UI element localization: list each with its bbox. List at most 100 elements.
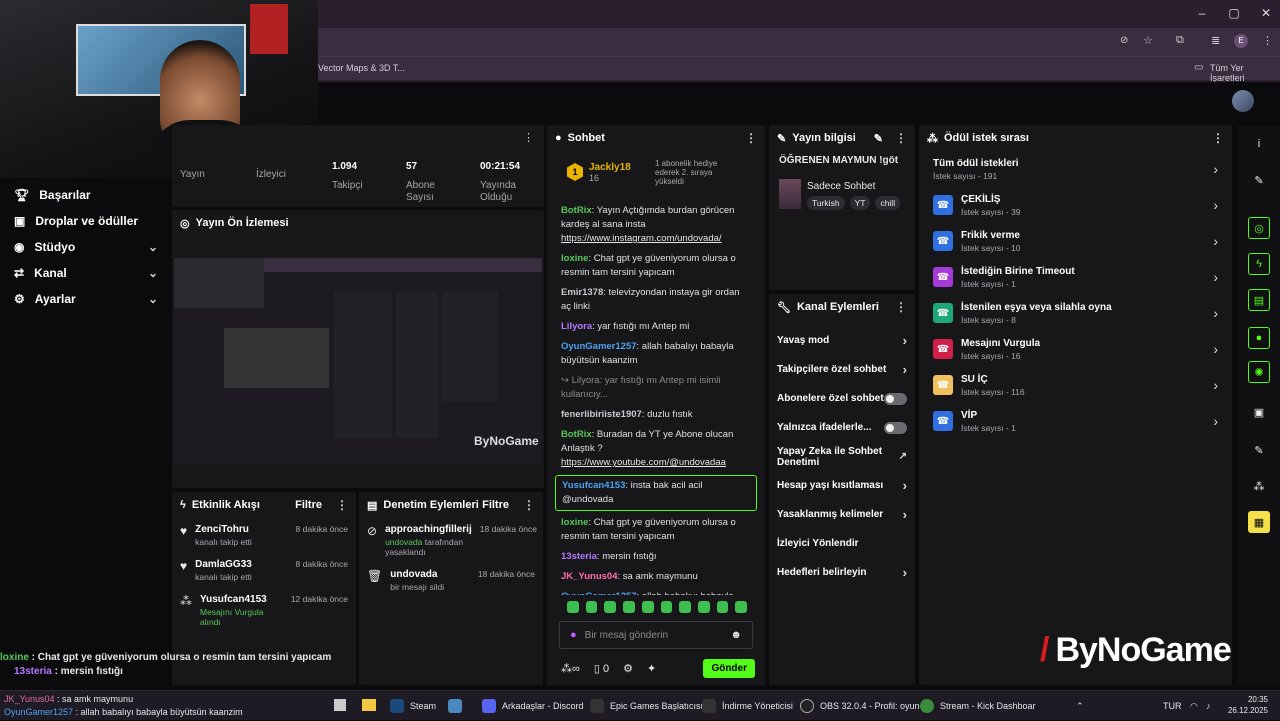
chat-username[interactable]: loxine [561, 253, 588, 264]
channel-action-row[interactable]: Yapay Zeka ile Sohbet Denetimi ↗ [769, 442, 915, 471]
edit-icon[interactable]: ✎ [874, 132, 883, 145]
user-avatar[interactable] [1232, 90, 1254, 112]
toggle-switch[interactable] [884, 421, 907, 434]
emote-icon[interactable] [679, 601, 691, 613]
bookmark-item[interactable]: Vector Maps & 3D T... [318, 63, 405, 73]
explorer-icon[interactable] [362, 699, 376, 711]
emote-icon[interactable] [585, 601, 598, 613]
points-counter[interactable]: ▯ 0 [594, 662, 609, 675]
emote-icon[interactable] [697, 601, 710, 613]
chat-username[interactable]: OyunGamer1257 [561, 341, 637, 352]
reward-row[interactable]: ☎ İstediğin Birine Timeout İstek sayısı - … [919, 259, 1232, 295]
openai-icon[interactable]: ✺ [1248, 361, 1270, 383]
channel-action-row[interactable]: Hedefleri belirleyin › [769, 558, 915, 587]
sidebar-item-studio[interactable]: ◉ Stüdyo ⌄ [0, 234, 170, 260]
more-icon[interactable]: ⋮ [745, 131, 757, 145]
more-icon[interactable]: ⋮ [523, 498, 535, 512]
channel-action-row[interactable]: Takipçilere özel sohbet › [769, 355, 915, 384]
chat-username[interactable]: Lilyora [561, 321, 592, 332]
document-icon[interactable]: ▤ [1248, 289, 1270, 311]
emote-icon[interactable] [735, 601, 748, 613]
star-icon[interactable]: ☆ [1143, 34, 1153, 47]
chat-username[interactable]: JK_Yunus04 [561, 571, 618, 582]
channel-action-row[interactable]: Abonelere özel sohbet [769, 384, 915, 413]
moderator-name[interactable]: undovada [385, 537, 422, 547]
chat-username[interactable]: fenerlibiriiste1907 [561, 409, 642, 420]
category-name[interactable]: Sadece Sohbet [807, 181, 875, 192]
taskbar-epic[interactable]: Epic Games Başlatıcısı [590, 691, 703, 721]
taskbar-discord[interactable]: Arkadaşlar - Discord [482, 691, 584, 721]
feed-user[interactable]: DamlaGG33 [195, 559, 252, 570]
reward-row[interactable]: ☎ VİP İstek sayısı - 1 › [919, 403, 1232, 439]
maximize-icon[interactable]: ▢ [1224, 6, 1244, 22]
chat-username[interactable]: Yusufcan4153 [562, 480, 625, 491]
taskview-icon[interactable] [334, 699, 346, 711]
emoji-icon[interactable]: ☻ [730, 629, 742, 641]
chat-username[interactable]: loxine [561, 517, 588, 528]
toggle-switch[interactable] [884, 392, 907, 405]
bolt-icon[interactable]: ϟ [1248, 253, 1270, 275]
more-icon[interactable]: ⋮ [895, 131, 907, 145]
reward-row[interactable]: ☎ SU İÇ İstek sayısı - 116 › [919, 367, 1232, 403]
emote-icon[interactable] [623, 601, 635, 613]
tag-chip[interactable]: Turkish [807, 196, 845, 210]
badge-icon[interactable]: ✦ [647, 662, 656, 675]
pencil-icon[interactable]: ✎ [1248, 169, 1270, 191]
chat-username[interactable]: Emir1378 [561, 287, 603, 298]
chat-link[interactable]: https://www.instagram.com/undovada/ [561, 233, 722, 244]
taskbar-chrome[interactable]: Stream - Kick Dashboar [920, 691, 1036, 721]
emote-icon[interactable] [660, 601, 673, 613]
filter-button[interactable]: Filtre [295, 499, 322, 511]
all-rewards-row[interactable]: Tüm ödül istekleri İstek sayısı - 191 › [919, 151, 1232, 187]
nodes-icon[interactable]: ⁂ [1248, 475, 1270, 497]
category-thumbnail[interactable] [779, 179, 801, 209]
sidebar-item-settings[interactable]: ⚙︎ Ayarlar ⌄ [0, 286, 170, 312]
chat-input[interactable]: ● Bir mesaj gönderin ☻ [559, 621, 753, 649]
feed-user[interactable]: Yusufcan4153 [200, 594, 283, 605]
sidebar-item-channel[interactable]: ⇄ Kanal ⌄ [0, 260, 170, 286]
emote-icon[interactable] [567, 601, 579, 613]
close-icon[interactable]: ✕ [1256, 6, 1276, 22]
pinned-user[interactable]: Jackly18 [589, 162, 649, 173]
chat-username[interactable]: BotRix [561, 205, 592, 216]
tag-chip[interactable]: YT [849, 196, 871, 210]
wrench-icon[interactable]: ✎ [1248, 439, 1270, 461]
channel-action-row[interactable]: Hesap yaşı kısıtlaması › [769, 471, 915, 500]
channel-action-row[interactable]: Yavaş mod › [769, 326, 915, 355]
eye-off-icon[interactable]: ⊘ [1120, 35, 1132, 47]
emote-icon[interactable] [604, 601, 617, 613]
emote-icon[interactable] [716, 601, 729, 613]
target-icon[interactable]: ◎ [1248, 217, 1270, 239]
taskbar-obs[interactable]: OBS 32.0.4 - Profil: oyun [800, 691, 920, 721]
profile-avatar[interactable]: E [1234, 34, 1248, 48]
info-icon[interactable]: i [1248, 133, 1270, 155]
channel-action-row[interactable]: İzleyici Yönlendir [769, 529, 915, 558]
chat-icon[interactable]: ● [1248, 327, 1270, 349]
clapper-icon[interactable]: ▦ [1248, 511, 1270, 533]
taskbar-steam[interactable]: Steam [390, 691, 436, 721]
sidebar-item-achievements[interactable]: 🏆︎ Başarılar [0, 182, 170, 208]
reward-row[interactable]: ☎ İstenilen eşya veya silahla oyna İstek s… [919, 295, 1232, 331]
nodes-icon[interactable]: ⁂∞ [561, 662, 580, 675]
more-icon[interactable]: ⋮ [336, 498, 348, 512]
taskbar-downloads[interactable]: İndirme Yöneticisi [702, 691, 793, 721]
volume-icon[interactable]: ♪ [1206, 691, 1211, 721]
feed-user[interactable]: approachingfillerij [385, 524, 472, 535]
all-bookmarks[interactable]: Tüm Yer İşaretleri [1210, 63, 1280, 83]
feed-user[interactable]: undovada [390, 569, 444, 580]
tag-chip[interactable]: chill [875, 196, 901, 210]
more-icon[interactable]: ⋮ [1212, 131, 1224, 145]
filter-button[interactable]: Filtre [482, 499, 509, 511]
taskbar-app[interactable] [448, 691, 462, 721]
language-indicator[interactable]: TUR [1163, 691, 1182, 721]
wifi-icon[interactable]: ◠ [1190, 691, 1198, 721]
reward-row[interactable]: ☎ Mesajını Vurgula İstek sayısı - 16 › [919, 331, 1232, 367]
reading-list-icon[interactable]: ≣ [1211, 34, 1220, 47]
chat-link[interactable]: https://www.youtube.com/@undovadaa [561, 457, 726, 468]
clock[interactable]: 20:35 26.12.2025 [1222, 694, 1268, 716]
mic-icon[interactable]: ● [570, 629, 577, 641]
feed-user[interactable]: ZenciTohru [195, 524, 252, 535]
chat-username[interactable]: BotRix [561, 429, 592, 440]
chat-username[interactable]: 13steria [561, 551, 597, 562]
extensions-icon[interactable]: ⧉ [1176, 34, 1184, 47]
